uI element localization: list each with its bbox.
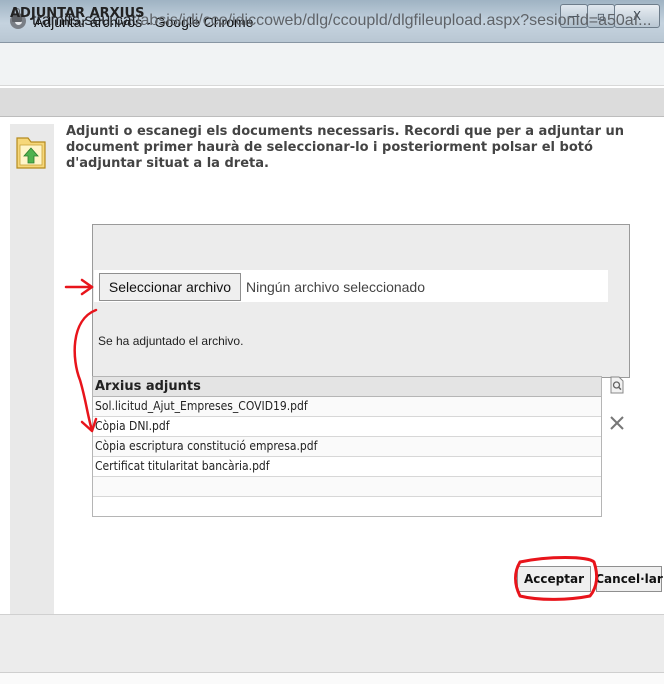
red-annotations [64, 278, 599, 601]
arrow-to-select-button [64, 278, 94, 296]
curved-arrow-to-files [73, 308, 98, 433]
circle-accept [514, 556, 599, 601]
